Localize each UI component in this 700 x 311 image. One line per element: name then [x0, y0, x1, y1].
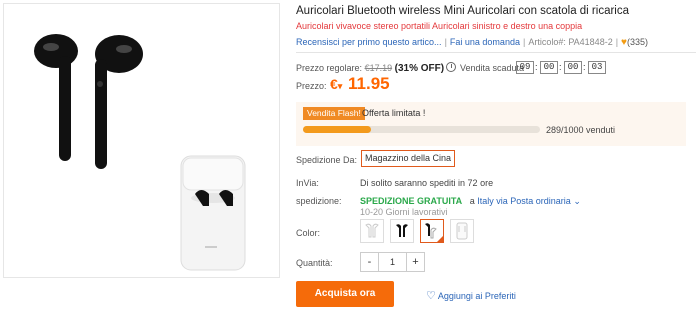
- regular-price-row: Prezzo regolare: €17.19 (31% OFF): [296, 63, 444, 74]
- color-swatch-white[interactable]: [360, 219, 384, 243]
- price-currency: €: [330, 76, 338, 92]
- ship-to-prefix: a: [469, 196, 475, 206]
- product-links: Recensisci per primo questo artico... | Fa…: [296, 37, 648, 48]
- color-label: Color:: [296, 228, 321, 238]
- add-to-wishlist-link[interactable]: ♡ Aggiungi ai Preferiti: [426, 289, 516, 302]
- flash-sale-badge: Vendita Flash!: [303, 107, 365, 120]
- timer-colon: :: [583, 62, 586, 72]
- shipping-label: spedizione:: [296, 196, 342, 206]
- timer-colon: :: [559, 62, 562, 72]
- selected-check-icon: [436, 235, 444, 243]
- heart-outline-icon: ♡: [426, 290, 436, 302]
- divider: [296, 52, 696, 53]
- warehouse-option[interactable]: Magazzino della Cina: [361, 150, 456, 167]
- timer-days: 09: [516, 61, 534, 74]
- link-separator: |: [522, 37, 526, 47]
- color-swatch-black-white-selected[interactable]: [420, 219, 444, 243]
- shipping-destination-selector[interactable]: Italy via Posta ordinaria ⌄: [477, 196, 581, 206]
- product-title: Auricolari Bluetooth wireless Mini Auric…: [296, 5, 629, 17]
- sold-count: 289/1000 venduti: [546, 125, 616, 135]
- price-currency-selector[interactable]: €▾: [330, 76, 342, 92]
- clock-icon: [446, 62, 456, 72]
- ask-question-link[interactable]: Fai una domanda: [450, 37, 520, 47]
- timer-colon: :: [535, 62, 538, 72]
- sold-progress-fill: [303, 126, 372, 133]
- shipping-method: via Posta ordinaria: [496, 196, 571, 206]
- invia-value: Di solito saranno spediti in 72 ore: [360, 178, 494, 188]
- review-link[interactable]: Recensisci per primo questo artico...: [296, 37, 442, 47]
- product-image[interactable]: [3, 3, 280, 278]
- earbuds-case-icon: [456, 222, 468, 240]
- product-subtitle: Auricolari vivavoce stereo portatili Aur…: [296, 21, 583, 31]
- timer-hours: 00: [540, 61, 558, 74]
- timer-minutes: 00: [564, 61, 582, 74]
- quantity-decrease-button[interactable]: -: [361, 253, 379, 271]
- buy-now-button[interactable]: Acquista ora: [296, 281, 394, 307]
- quantity-label: Quantità:: [296, 258, 333, 268]
- sold-progress-bar: [303, 126, 540, 133]
- timer-label: Vendita scaduta: [460, 63, 525, 73]
- price-label: Prezzo:: [296, 81, 327, 91]
- charging-case-illustration: [180, 155, 246, 271]
- timer-seconds: 03: [588, 61, 606, 74]
- shipping-row: SPEDIZIONE GRATUITA a Italy via Posta or…: [360, 196, 581, 207]
- free-shipping-text: SPEDIZIONE GRATUITA: [360, 196, 463, 206]
- ship-to-text: a Italy via Posta ordinaria ⌄: [465, 196, 581, 206]
- chevron-down-icon: ▾: [337, 81, 343, 91]
- regular-price: €17.19: [364, 63, 393, 73]
- likes-count: (335): [626, 37, 648, 47]
- article-number: Articolo#: PA41848-2: [528, 37, 613, 47]
- invia-label: InVia:: [296, 178, 319, 188]
- color-swatch-white-case[interactable]: [450, 219, 474, 243]
- link-separator: |: [444, 37, 447, 47]
- discount-badge: (31% OFF): [394, 63, 445, 74]
- delivery-days: 10-20 Giorni lavorativi: [360, 207, 448, 217]
- shipping-country: Italy: [477, 196, 494, 206]
- ship-from-label: Spedizione Da:: [296, 155, 358, 165]
- price-value: 11.95: [348, 74, 390, 93]
- wishlist-label: Aggiungi ai Preferiti: [437, 291, 516, 301]
- quantity-input[interactable]: 1: [379, 253, 406, 271]
- quantity-increase-button[interactable]: +: [406, 253, 424, 271]
- link-separator: |: [615, 37, 619, 47]
- earbuds-black-icon: [396, 224, 408, 237]
- flash-offer-text: Offerta limitata !: [362, 108, 426, 118]
- regular-price-label: Prezzo regolare:: [296, 63, 363, 73]
- chevron-down-icon: ⌄: [570, 196, 581, 206]
- quantity-stepper: - 1 +: [360, 252, 425, 272]
- earbuds-white-icon: [365, 223, 379, 238]
- color-swatch-black[interactable]: [390, 219, 414, 243]
